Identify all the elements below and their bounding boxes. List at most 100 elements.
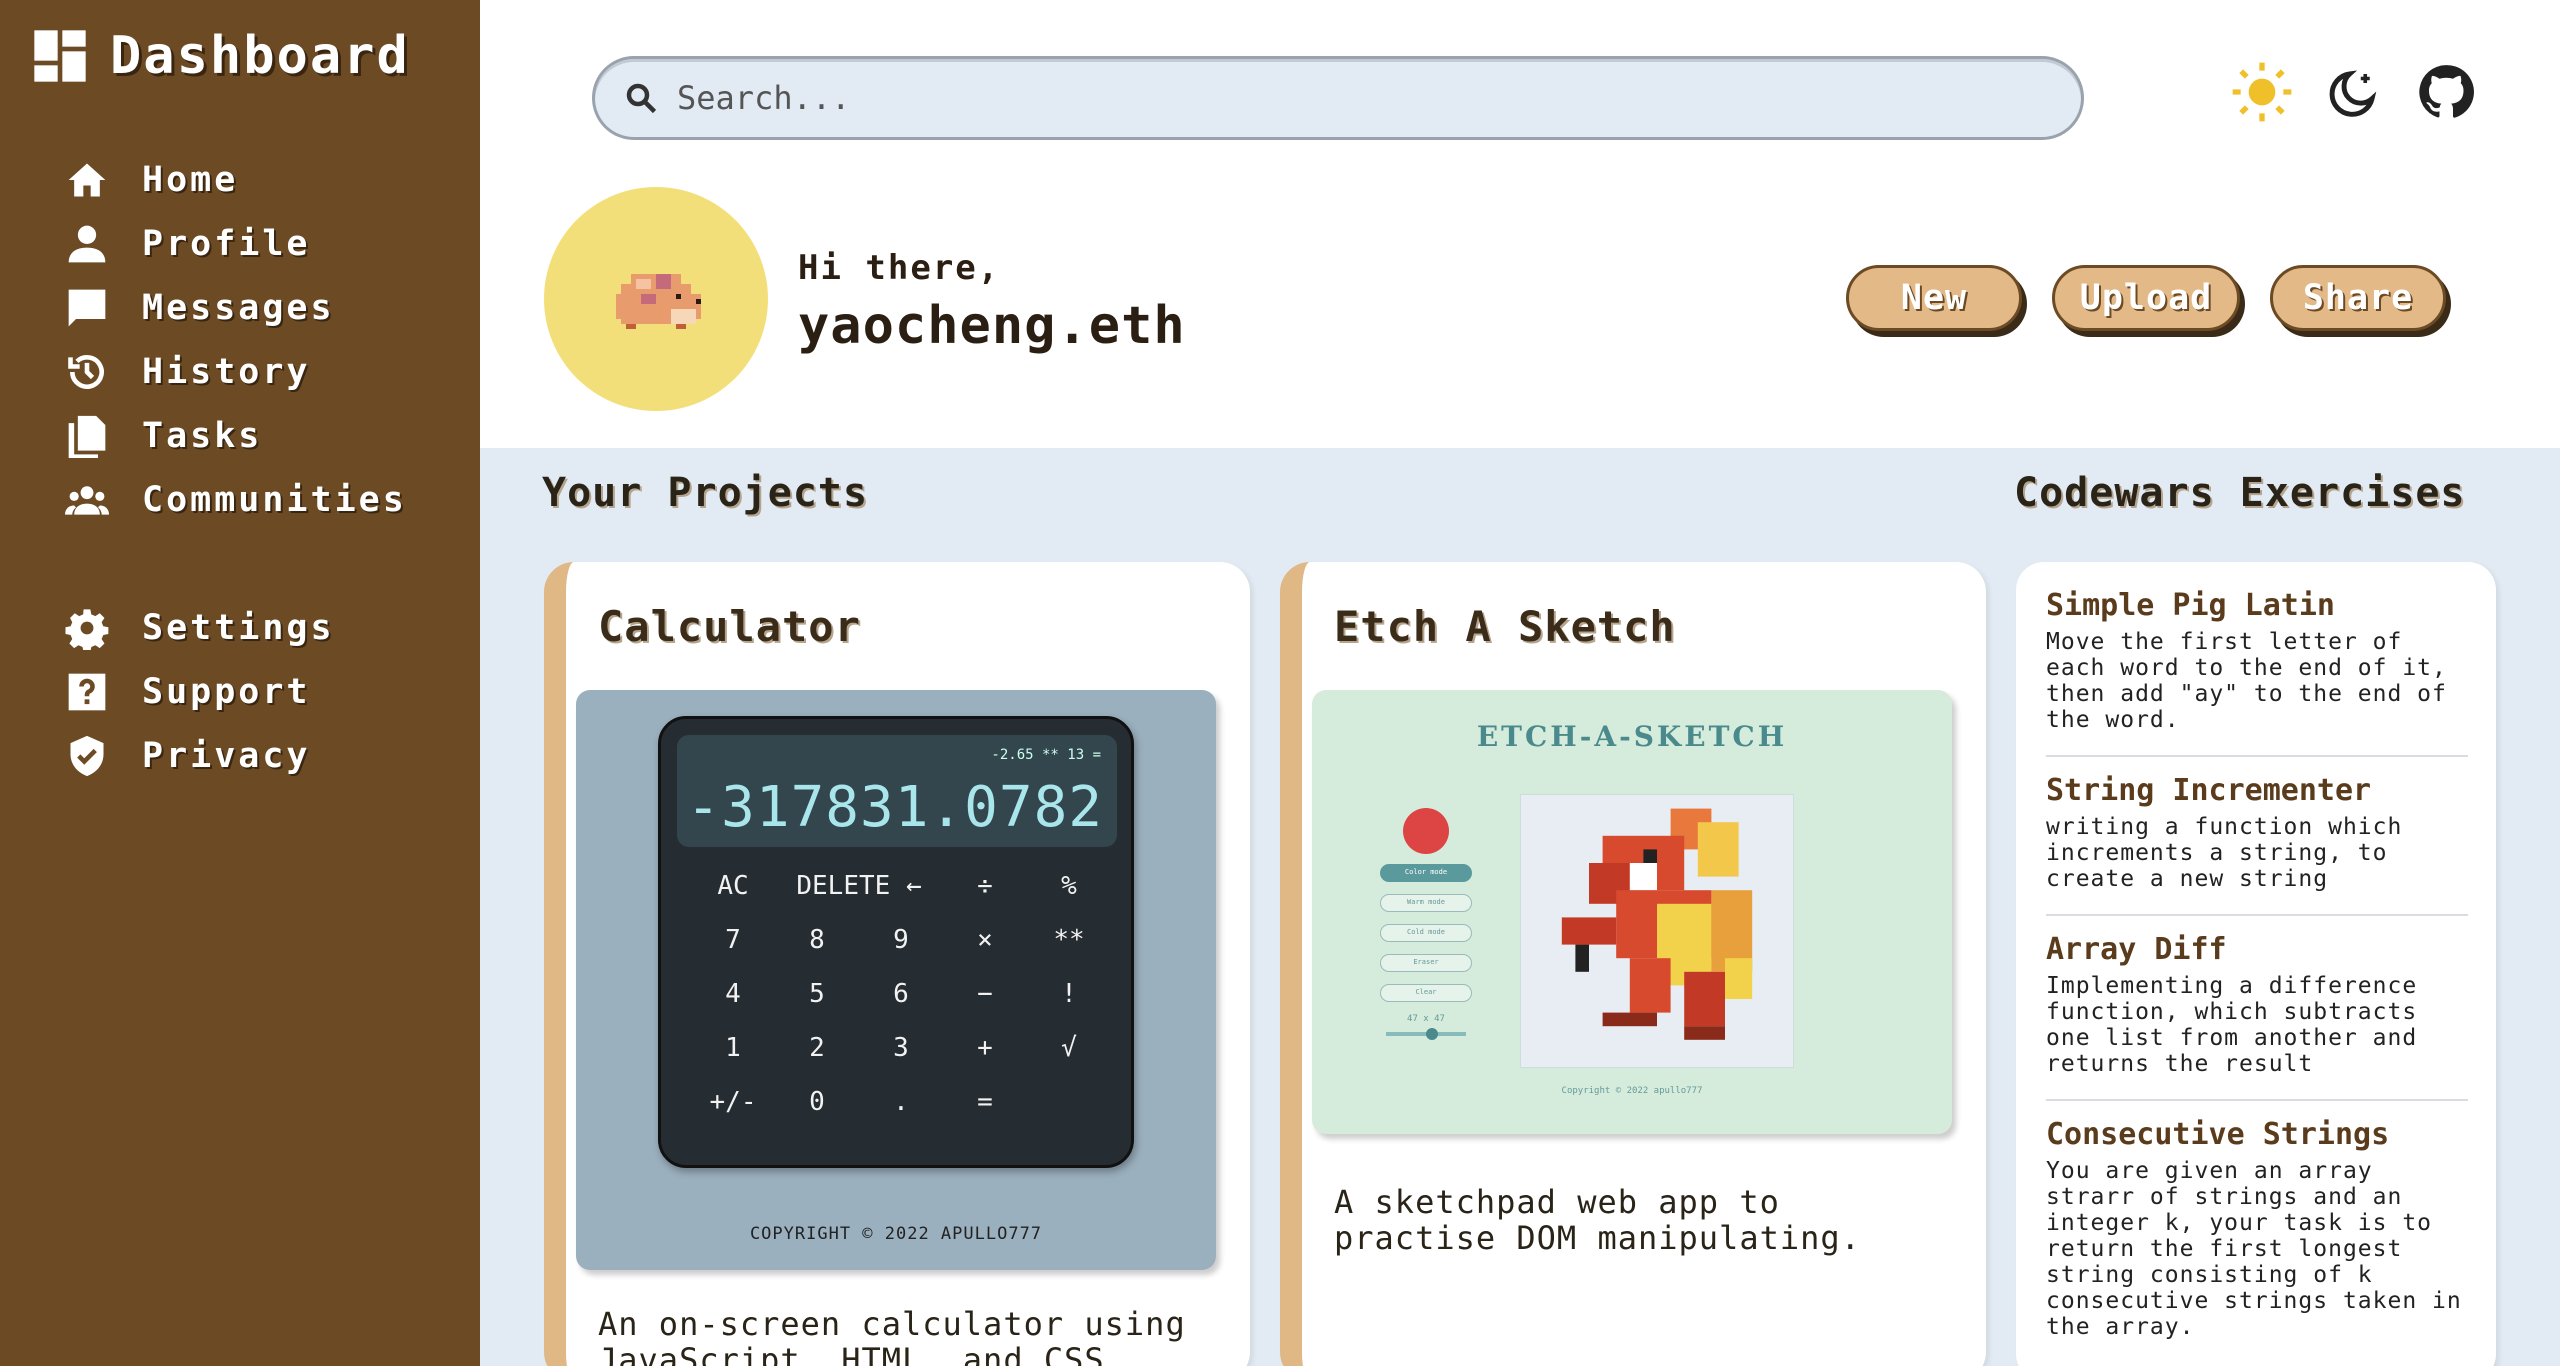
share-button[interactable]: Share — [2270, 265, 2446, 331]
sun-icon[interactable] — [2230, 52, 2294, 132]
sidebar-item-settings[interactable]: Settings — [62, 596, 407, 660]
sidebar-item-label: Home — [142, 160, 239, 200]
calc-key: . — [893, 1087, 909, 1117]
sidebar-item-label: Settings — [142, 608, 335, 648]
grid-size-slider — [1386, 1028, 1466, 1040]
help-icon — [62, 667, 112, 717]
exercise-title: Array Diff — [2046, 932, 2227, 967]
github-icon[interactable] — [2414, 52, 2478, 132]
tasks-icon — [62, 411, 112, 461]
sidebar-item-history[interactable]: History — [62, 340, 407, 404]
top-icons — [2230, 52, 2478, 132]
avatar[interactable] — [544, 187, 768, 411]
calculator-body: -2.65 ** 13 = -317831.0782 AC DELETE ← ÷… — [658, 716, 1134, 1168]
calc-key: ÷ — [977, 871, 993, 901]
calculator-keys: AC DELETE ← ÷ % 7 8 9 × ** 4 5 6 −! 1 2 3 + √ +/- 0… — [691, 869, 1111, 1119]
etch-preview[interactable]: Etch-a-sketch Color mode Warm mode Cold … — [1312, 690, 1952, 1134]
greeting: Hi there, — [798, 248, 1001, 288]
sidebar-item-privacy[interactable]: Privacy — [62, 724, 407, 788]
project-title: Calculator — [598, 602, 861, 651]
search-icon — [626, 83, 657, 114]
codewars-title: Codewars Exercises — [2014, 470, 2466, 516]
exercise-description: You are given an array strarr of strings… — [2046, 1158, 2462, 1340]
calc-key: AC — [717, 871, 749, 901]
action-buttons: New Upload Share — [1846, 265, 2446, 331]
calc-key: 7 — [725, 925, 741, 955]
calc-key: 8 — [809, 925, 825, 955]
calculator-screen: -2.65 ** 13 = -317831.0782 — [677, 735, 1117, 847]
message-icon — [62, 283, 112, 333]
project-card-etch-a-sketch[interactable]: Etch A Sketch Etch-a-sketch Color mode W… — [1280, 562, 1986, 1366]
etch-mode-button: Eraser — [1380, 954, 1472, 972]
sidebar-item-profile[interactable]: Profile — [62, 212, 407, 276]
exercise-description: Move the first letter of each word to th… — [2046, 629, 2447, 733]
group-icon — [62, 475, 112, 525]
sidebar-item-label: Tasks — [142, 416, 263, 456]
etch-canvas — [1520, 794, 1794, 1068]
etch-mode-button: Color mode — [1380, 864, 1472, 882]
calc-key: ** — [1053, 925, 1085, 955]
hamster-avatar-image — [616, 274, 701, 329]
calculator-value: -317831.0782 — [686, 775, 1103, 840]
calc-key: 1 — [725, 1033, 741, 1063]
history-icon — [62, 347, 112, 397]
sidebar-item-messages[interactable]: Messages — [62, 276, 407, 340]
sidebar-item-communities[interactable]: Communities — [62, 468, 407, 532]
sidebar-item-label: Communities — [142, 480, 407, 520]
sidebar: Dashboard Home Profile Messages History … — [0, 0, 480, 1366]
calc-key: 6 — [893, 979, 909, 1009]
calc-key: − — [977, 979, 993, 1009]
calculator-expression: -2.65 ** 13 = — [991, 747, 1101, 763]
calc-key: ! — [1061, 979, 1077, 1009]
home-icon — [62, 155, 112, 205]
project-title: Etch A Sketch — [1334, 602, 1676, 651]
grid-size-label: 47 x 47 — [1407, 1014, 1445, 1024]
shield-icon — [62, 731, 112, 781]
project-card-calculator[interactable]: Calculator -2.65 ** 13 = -317831.0782 AC… — [544, 562, 1250, 1366]
exercise-title: Consecutive Strings — [2046, 1117, 2390, 1152]
calculator-preview[interactable]: -2.65 ** 13 = -317831.0782 AC DELETE ← ÷… — [576, 690, 1216, 1270]
sidebar-nav: Home Profile Messages History Tasks Comm… — [62, 148, 407, 788]
exercise-description: writing a function which increments a st… — [2046, 814, 2403, 892]
brand[interactable]: Dashboard — [32, 26, 410, 86]
sidebar-item-tasks[interactable]: Tasks — [62, 404, 407, 468]
project-description: An on-screen calculator using JavaScript… — [598, 1305, 1186, 1366]
calc-key: 9 — [893, 925, 909, 955]
etch-mode-button: Clear — [1380, 984, 1472, 1002]
moon-icon[interactable] — [2322, 52, 2386, 132]
calc-key: DELETE ← — [796, 871, 922, 901]
new-button[interactable]: New — [1846, 265, 2022, 331]
sidebar-item-home[interactable]: Home — [62, 148, 407, 212]
calc-key: % — [1061, 871, 1077, 901]
codewars-item[interactable]: Simple Pig Latin Move the first letter o… — [2046, 588, 2468, 757]
calc-key: × — [977, 925, 993, 955]
calc-key: √ — [1061, 1033, 1077, 1063]
sidebar-item-support[interactable]: Support — [62, 660, 407, 724]
search-bar[interactable] — [592, 56, 2084, 140]
sidebar-item-label: Privacy — [142, 736, 311, 776]
codewars-card: Simple Pig Latin Move the first letter o… — [2016, 562, 2496, 1366]
projects-title: Your Projects — [542, 470, 869, 516]
etch-mode-button: Cold mode — [1380, 924, 1472, 942]
sidebar-item-label: Messages — [142, 288, 335, 328]
calc-key: 2 — [809, 1033, 825, 1063]
search-input[interactable] — [677, 79, 1977, 117]
calc-key: + — [977, 1033, 993, 1063]
user-icon — [62, 219, 112, 269]
header: Hi there, yaocheng.eth New Upload Share — [480, 0, 2560, 448]
project-description: A sketchpad web app to practise DOM mani… — [1334, 1183, 1861, 1257]
calc-key: 5 — [809, 979, 825, 1009]
calc-key: = — [977, 1087, 993, 1117]
etch-mode-button: Warm mode — [1380, 894, 1472, 912]
exercise-title: Simple Pig Latin — [2046, 588, 2335, 623]
codewars-item[interactable]: String Incrementer writing a function wh… — [2046, 773, 2468, 916]
codewars-item[interactable]: Consecutive Strings You are given an arr… — [2046, 1117, 2468, 1362]
calc-key: 3 — [893, 1033, 909, 1063]
upload-button[interactable]: Upload — [2052, 265, 2240, 331]
etch-title: Etch-a-sketch — [1476, 720, 1788, 753]
etch-controls: Color mode Warm mode Cold mode Eraser Cl… — [1380, 808, 1472, 1044]
codewars-item[interactable]: Array Diff Implementing a difference fun… — [2046, 932, 2468, 1101]
exercise-title: String Incrementer — [2046, 773, 2372, 808]
username: yaocheng.eth — [798, 296, 1186, 356]
